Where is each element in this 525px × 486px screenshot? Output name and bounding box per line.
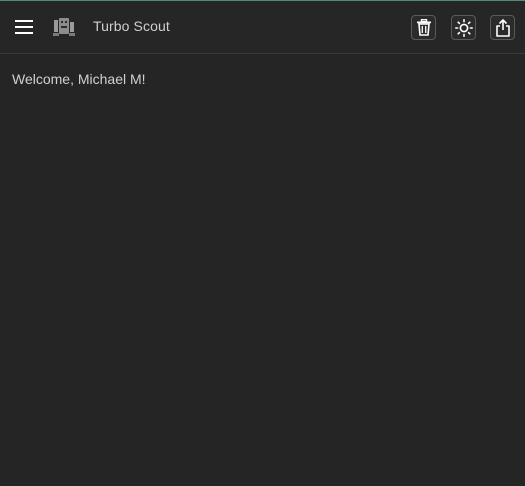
share-button[interactable] [490, 15, 515, 40]
app-bar: Turbo Scout [0, 1, 525, 54]
robot-logo-icon [53, 18, 75, 36]
menu-button[interactable] [10, 13, 38, 41]
delete-button[interactable] [411, 15, 436, 40]
trash-icon [416, 19, 431, 36]
share-icon [495, 18, 510, 37]
sun-icon [454, 18, 473, 37]
app-title: Turbo Scout [93, 18, 170, 34]
welcome-message: Welcome, Michael M! [12, 71, 146, 87]
hamburger-menu-icon [15, 20, 33, 34]
theme-toggle-button[interactable] [451, 15, 476, 40]
